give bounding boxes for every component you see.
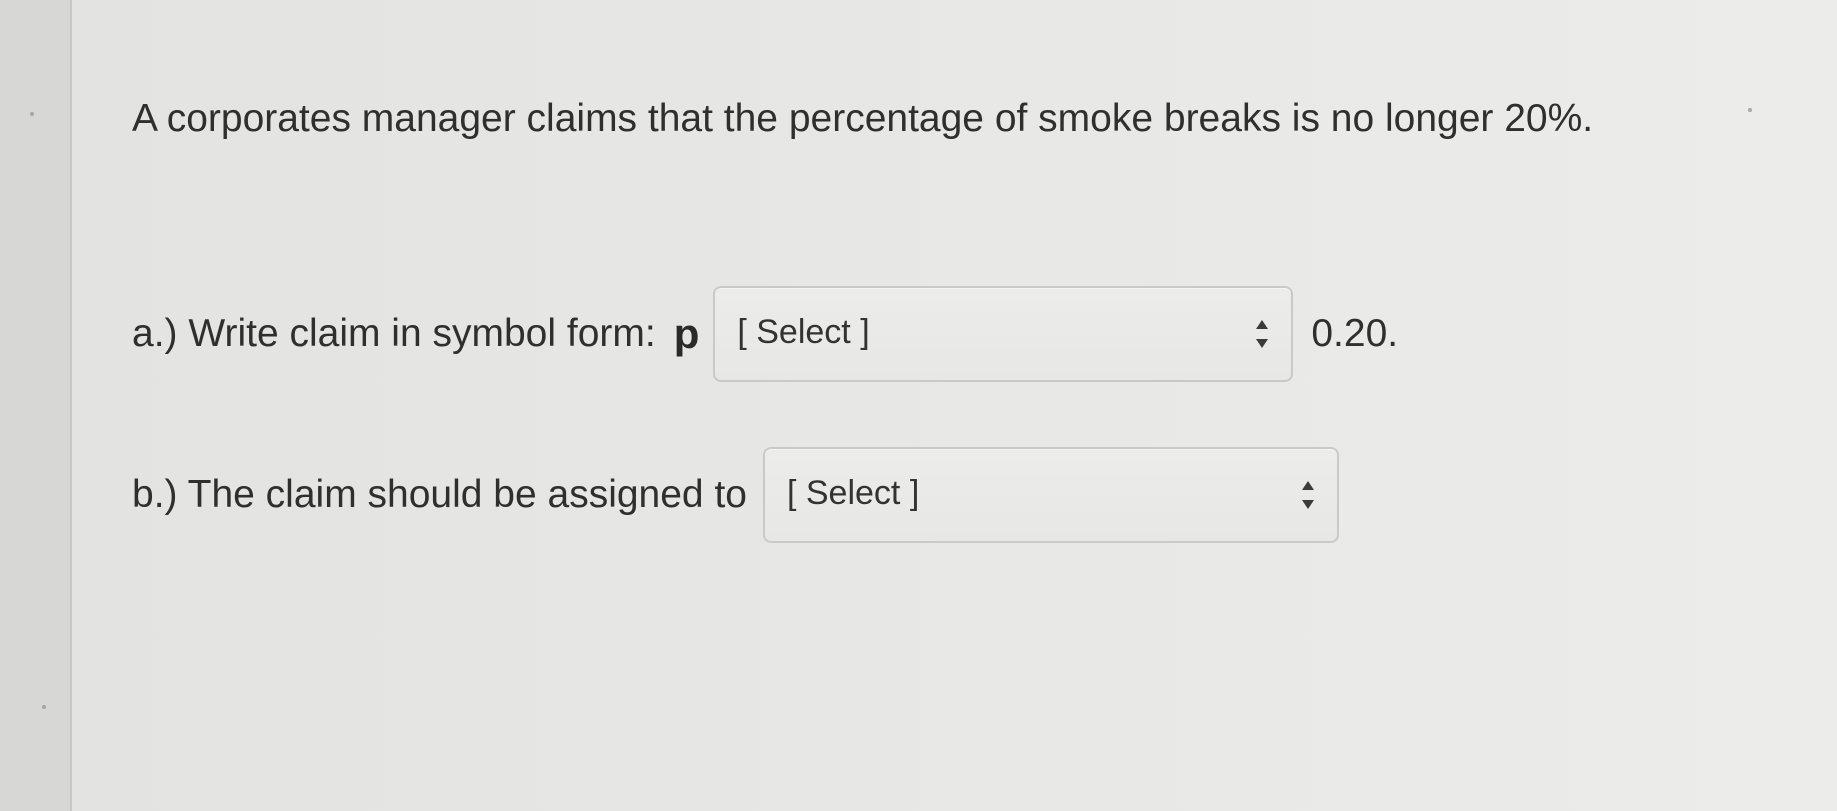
part-b-select-value: [ Select ] [786, 474, 920, 512]
updown-arrows-icon [1301, 481, 1314, 509]
screen-speck [1748, 108, 1752, 112]
left-margin-strip [0, 0, 72, 811]
part-b-row: b.) The claim should be assigned to [ Se… [132, 446, 1339, 544]
screen-speck [30, 112, 34, 116]
question-panel: A corporates manager claims that the per… [72, 0, 1837, 811]
question-text: A corporates manager claims that the per… [132, 97, 1594, 140]
part-a-select-value: [ Select ] [737, 313, 870, 351]
part-a-select[interactable]: [ Select ] [713, 286, 1294, 382]
part-b-select[interactable]: [ Select ] [762, 447, 1339, 543]
screen-speck [42, 705, 46, 709]
part-a-prompt: a.) Write claim in symbol form: [132, 312, 656, 355]
part-a-suffix: 0.20. [1311, 312, 1399, 355]
part-a-row: a.) Write claim in symbol form: p [ Sele… [132, 285, 1398, 383]
part-b-prompt: b.) The claim should be assigned to [132, 473, 747, 516]
updown-arrows-icon [1256, 320, 1269, 348]
part-a-symbol-p: p [673, 310, 700, 357]
